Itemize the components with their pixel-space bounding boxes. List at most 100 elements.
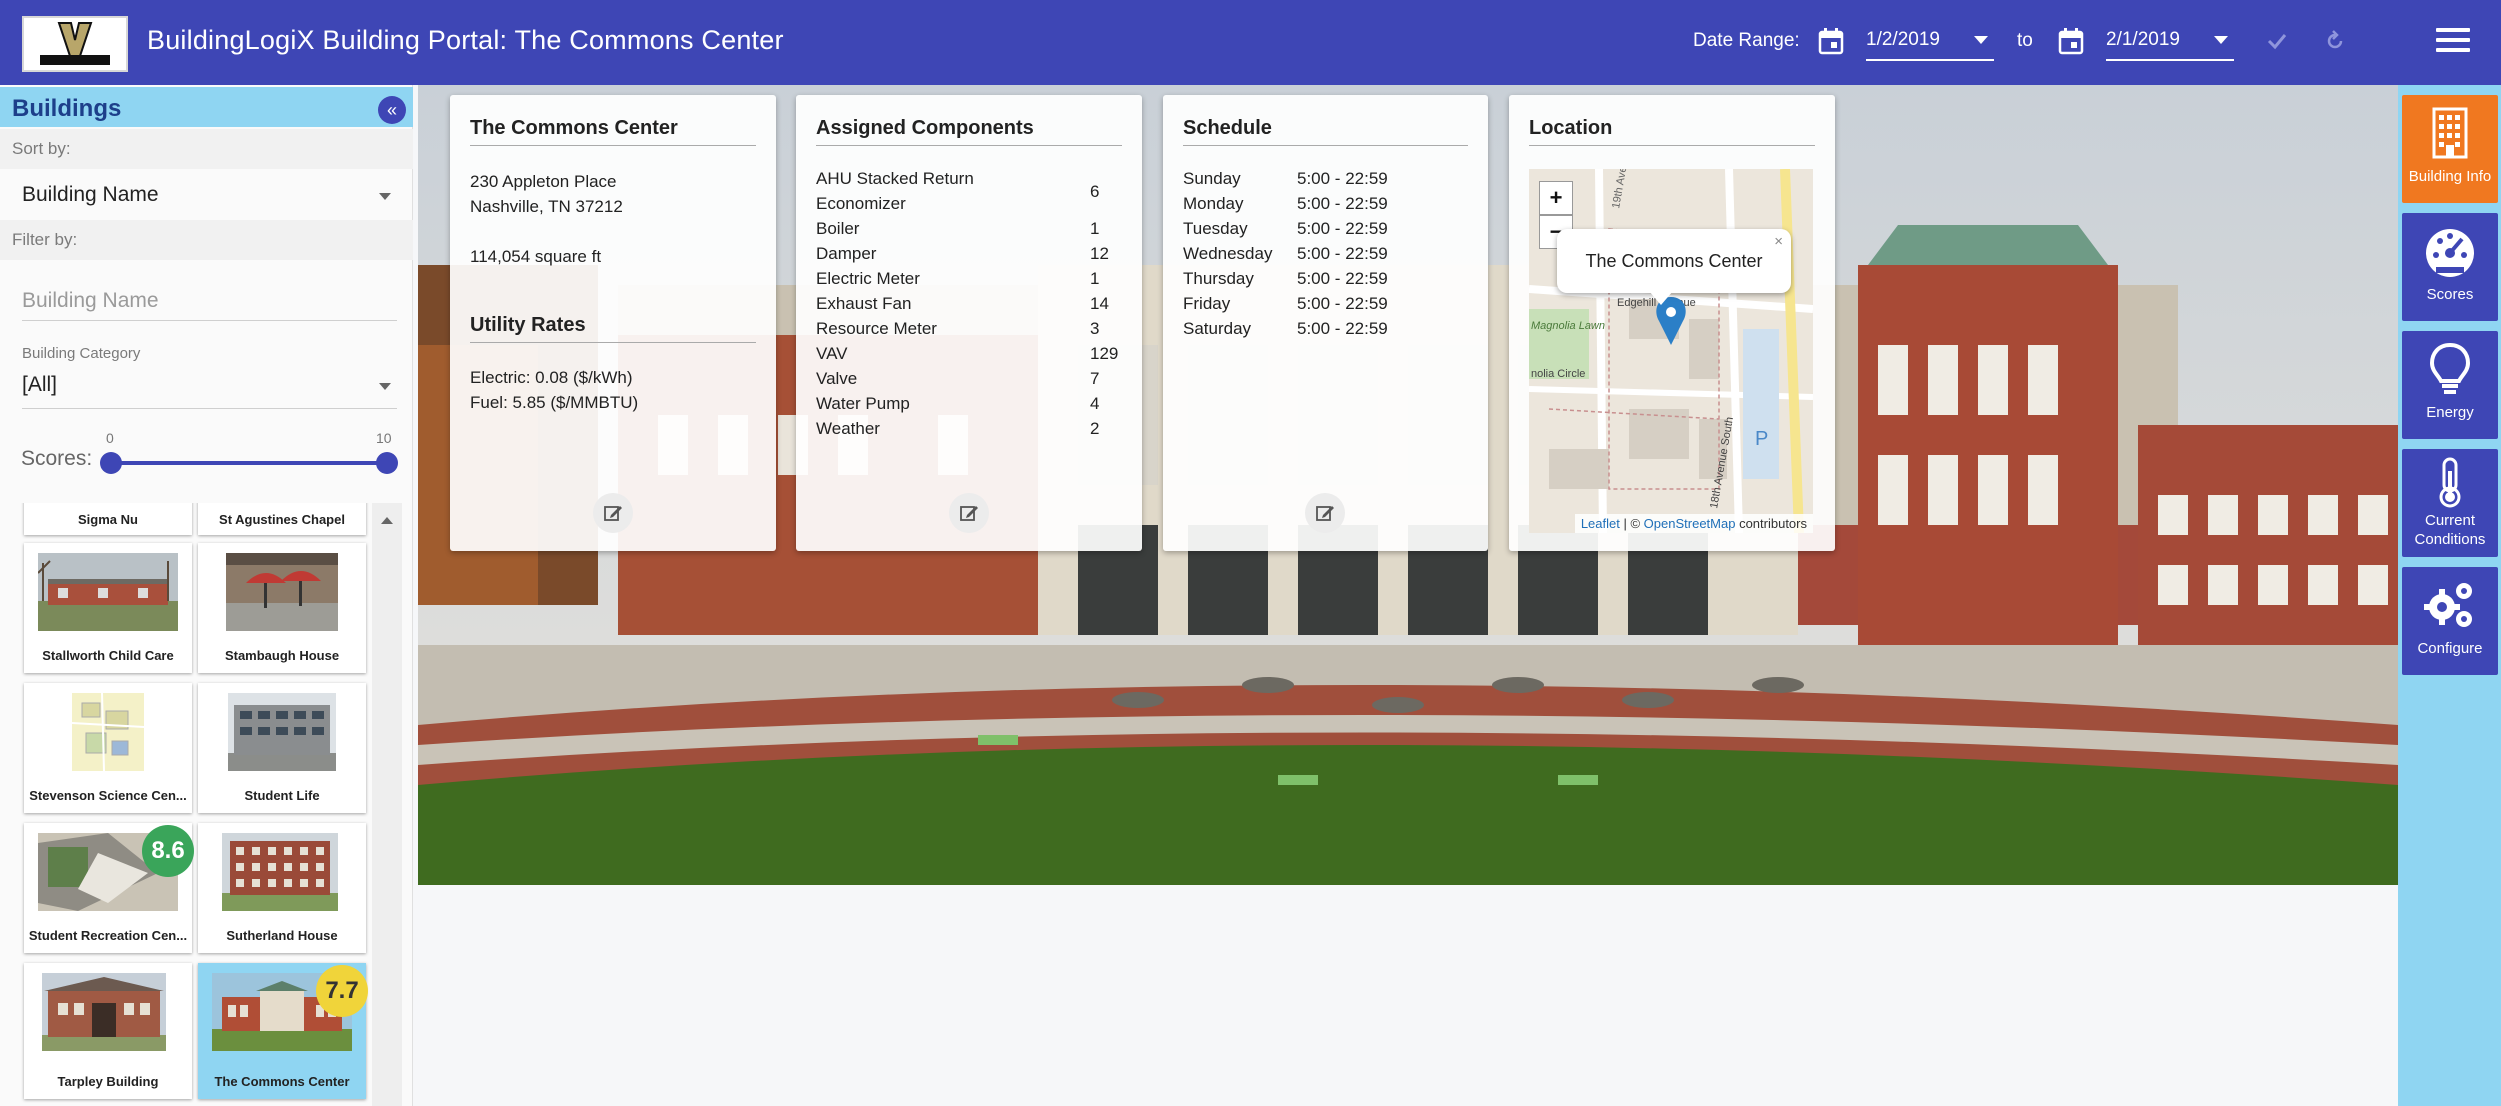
scroll-up-arrow-icon[interactable] <box>381 517 393 524</box>
edit-building-button[interactable] <box>593 493 633 533</box>
building-thumbnail <box>38 553 178 631</box>
check-icon <box>2267 34 2287 50</box>
building-tile-name: Tarpley Building <box>57 1074 159 1089</box>
scores-slider-max-handle[interactable] <box>376 452 398 474</box>
divider <box>1529 145 1815 146</box>
configure-button[interactable]: Configure <box>2402 567 2498 675</box>
component-name: Exhaust Fan <box>816 294 912 313</box>
building-tile[interactable]: St Agustines Chapel <box>198 503 366 535</box>
schedule-day: Saturday <box>1183 319 1252 338</box>
calendar-icon[interactable] <box>2058 27 2084 55</box>
component-count: 1 <box>1090 269 1100 288</box>
calendar-icon[interactable] <box>1818 27 1844 55</box>
component-name: VAV <box>816 344 848 363</box>
reset-button[interactable] <box>2320 26 2350 56</box>
edit-schedule-button[interactable] <box>1305 493 1345 533</box>
building-info-button[interactable]: Building Info <box>2402 95 2498 203</box>
schedule-day: Monday <box>1183 194 1244 213</box>
start-date-field[interactable]: 1/2/2019 <box>1866 25 1994 61</box>
building-tile-name: St Agustines Chapel <box>219 512 345 527</box>
hamburger-menu-icon[interactable] <box>2436 28 2470 56</box>
schedule-hours: 5:00 - 22:59 <box>1297 319 1388 338</box>
right-nav-rail: Building Info Scores Energy Current Cond… <box>2398 85 2501 1106</box>
building-tile[interactable]: Student Recreation Cen... 8.6 <box>24 823 194 953</box>
schedule-hours: 5:00 - 22:59 <box>1297 169 1388 188</box>
component-count: 6 <box>1090 182 1100 201</box>
building-tile-selected[interactable]: The Commons Center 7.7 <box>198 963 368 1099</box>
sort-by-select[interactable]: Building Name <box>22 183 397 217</box>
building-category-select[interactable]: [All] <box>22 373 397 409</box>
location-card: Location 19th Ave Edgehill Avenue Magnol… <box>1509 95 1835 551</box>
close-icon[interactable]: × <box>1774 233 1783 250</box>
component-count: 14 <box>1090 294 1109 313</box>
schedule-hours: 5:00 - 22:59 <box>1297 194 1388 213</box>
building-tile-name: Stambaugh House <box>224 648 340 663</box>
building-category-label: Building Category <box>22 345 141 362</box>
lightbulb-icon <box>2429 342 2471 394</box>
osm-link[interactable]: OpenStreetMap <box>1644 516 1736 531</box>
rail-label: Scores <box>2426 286 2474 303</box>
schedule-day: Tuesday <box>1183 219 1248 238</box>
component-name: Water Pump <box>816 394 910 413</box>
building-thumbnail <box>228 693 336 771</box>
building-tile[interactable]: Sutherland House <box>198 823 366 953</box>
scores-slider-track[interactable] <box>110 461 385 465</box>
edit-components-button[interactable] <box>949 493 989 533</box>
building-tile[interactable]: Tarpley Building <box>24 963 192 1099</box>
building-name-placeholder: Building Name <box>22 289 159 312</box>
electric-rate: Electric: 0.08 ($/kWh) <box>470 368 633 387</box>
schedule-day: Thursday <box>1183 269 1254 288</box>
component-count: 7 <box>1090 369 1100 388</box>
sort-by-label: Sort by: <box>12 139 71 158</box>
building-tile-name: Student Life <box>244 788 320 803</box>
address-line2: Nashville, TN 37212 <box>470 197 623 216</box>
component-name: Weather <box>816 419 880 438</box>
divider <box>470 342 756 343</box>
vanderbilt-logo[interactable] <box>22 16 128 72</box>
map-label: nolia Circle <box>1531 368 1585 380</box>
building-name-filter-input[interactable]: Building Name <box>22 281 397 321</box>
schedule-heading: Schedule <box>1183 117 1272 139</box>
component-name: Boiler <box>816 219 860 238</box>
building-thumbnail <box>72 693 144 771</box>
chevron-down-icon <box>2214 36 2228 44</box>
building-tile-list: Sigma Nu St Agustines Chapel Stallworth … <box>14 503 384 1106</box>
gears-icon <box>2424 583 2472 627</box>
building-tile[interactable]: Stambaugh House <box>198 543 366 673</box>
chevron-down-icon <box>1974 36 1988 44</box>
component-name: Economizer <box>816 194 906 213</box>
component-count: 129 <box>1090 344 1119 363</box>
map-popup-tip <box>1649 291 1673 305</box>
scores-slider-min-handle[interactable] <box>100 452 122 474</box>
end-date-field[interactable]: 2/1/2019 <box>2106 25 2234 61</box>
energy-button[interactable]: Energy <box>2402 331 2498 439</box>
map-popup-text: The Commons Center <box>1585 250 1763 271</box>
building-tile[interactable]: Stallworth Child Care <box>24 543 192 673</box>
zoom-in-button[interactable]: + <box>1539 181 1573 215</box>
building-tile-name: Sutherland House <box>226 928 338 943</box>
leaflet-link[interactable]: Leaflet <box>1581 516 1620 531</box>
scores-button[interactable]: Scores <box>2402 213 2498 321</box>
tile-list-scrollbar[interactable] <box>372 503 402 1106</box>
apply-button[interactable] <box>2262 26 2292 56</box>
attribution-separator: | © <box>1619 516 1644 531</box>
current-conditions-button[interactable]: Current Conditions <box>2402 449 2498 557</box>
chevron-down-icon <box>379 193 391 200</box>
building-tile[interactable]: Stevenson Science Cen... <box>24 683 192 813</box>
edit-icon <box>604 506 622 521</box>
filter-label-band: Filter by: <box>0 220 413 260</box>
components-heading: Assigned Components <box>816 117 1034 139</box>
scores-min-label: 0 <box>106 430 114 446</box>
map-popup: The Commons Center × <box>1557 229 1791 293</box>
building-tile[interactable]: Sigma Nu <box>24 503 192 535</box>
building-icon <box>2432 107 2468 159</box>
location-map[interactable]: 19th Ave Edgehill Avenue Magnolia Lawn n… <box>1529 169 1813 533</box>
sort-by-value: Building Name <box>22 183 159 206</box>
schedule-hours: 5:00 - 22:59 <box>1297 244 1388 263</box>
schedule-day: Sunday <box>1183 169 1241 188</box>
component-count: 2 <box>1090 419 1100 438</box>
assigned-components-card: Assigned Components AHU Stacked Return E… <box>796 95 1142 551</box>
building-tile[interactable]: Student Life <box>198 683 366 813</box>
map-attribution: Leaflet | © OpenStreetMap contributors <box>1574 514 1813 533</box>
collapse-sidebar-button[interactable]: « <box>378 96 406 124</box>
